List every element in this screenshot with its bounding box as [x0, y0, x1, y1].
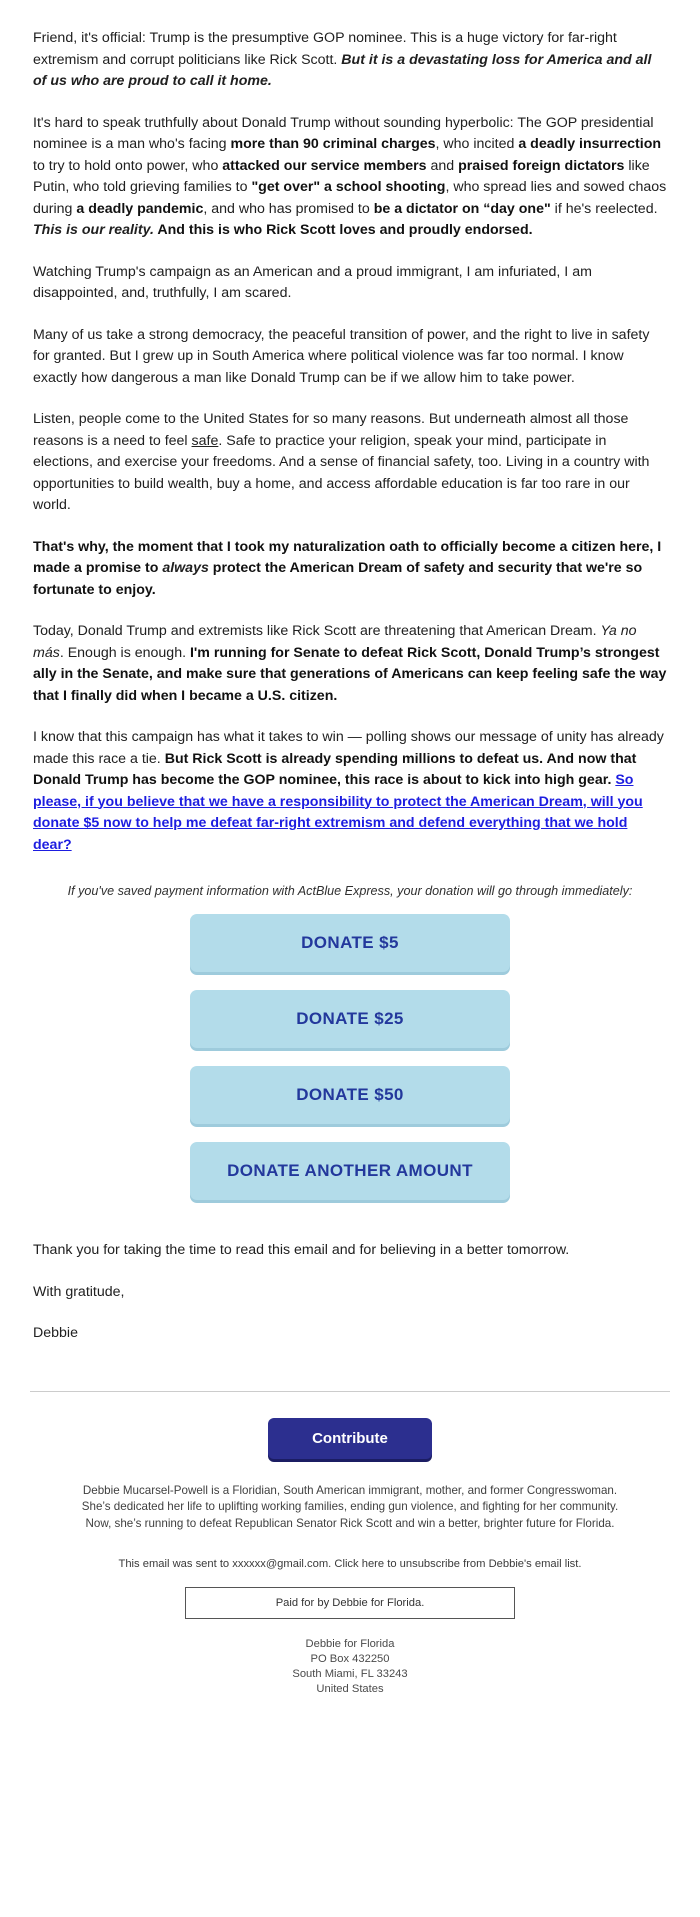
paid-for-disclaimer: Paid for by Debbie for Florida. — [185, 1587, 515, 1619]
address-line: United States — [316, 1683, 384, 1695]
email-main-copy: Friend, it's official: Trump is the pres… — [0, 0, 700, 856]
email-paragraph: Today, Donald Trump and extremists like … — [33, 621, 667, 707]
bottom-spacer — [0, 1697, 700, 1757]
contribute-section: Contribute — [0, 1392, 700, 1479]
emphasis-bold: a deadly pandemic — [76, 200, 204, 217]
text-run: and — [426, 157, 459, 174]
text-run: , who incited — [435, 136, 519, 152]
text-run: , and who has promised to — [203, 200, 374, 217]
email-body: Friend, it's official: Trump is the pres… — [0, 0, 700, 1757]
emphasis-bold: attacked our service members — [222, 157, 427, 174]
address-line: South Miami, FL 33243 — [292, 1668, 408, 1680]
text-run: Many of us take a strong democracy, the … — [33, 326, 650, 386]
email-paragraph: Watching Trump's campaign as an American… — [33, 262, 667, 305]
email-paragraph-with-donate-link: I know that this campaign has what it ta… — [33, 727, 667, 856]
closing-signoff: With gratitude, — [33, 1282, 667, 1304]
emphasis-bold: be a dictator on “day one" — [373, 200, 551, 217]
text-run: Watching Trump's campaign as an American… — [33, 263, 592, 302]
emphasis-bold: "get over" a school shooting — [251, 179, 446, 195]
closing-paragraph: Thank you for taking the time to read th… — [33, 1240, 667, 1262]
emphasis-bold: more than 90 criminal charges — [230, 136, 436, 152]
email-paragraph: That's why, the moment that I took my na… — [33, 537, 667, 602]
emphasis-bold-italic: always — [162, 560, 209, 576]
donate-another-amount-button[interactable]: DONATE ANOTHER AMOUNT — [190, 1142, 510, 1200]
emphasis-bold: praised foreign dictators — [458, 157, 625, 174]
mailing-address: Debbie for Florida PO Box 432250 South M… — [0, 1637, 700, 1697]
text-run: Debbie — [33, 1325, 78, 1341]
emphasis-bold: a deadly insurrection — [518, 136, 662, 152]
text-run: if he's reelected. — [550, 200, 658, 217]
contribute-button[interactable]: Contribute — [268, 1417, 432, 1459]
text-run: With gratitude, — [33, 1283, 125, 1300]
text-run: Today, Donald Trump and extremists like … — [33, 623, 601, 639]
actblue-express-note: If you've saved payment information with… — [67, 884, 633, 898]
email-paragraph: Friend, it's official: Trump is the pres… — [33, 28, 667, 93]
text-run: to try to hold onto power, who — [33, 157, 223, 174]
address-line: PO Box 432250 — [310, 1653, 390, 1665]
donate-50-button[interactable]: DONATE $50 — [190, 1066, 510, 1124]
closing-spacer — [0, 1345, 700, 1391]
text-run: Thank you for taking the time to read th… — [33, 1242, 570, 1258]
text-run: . Enough is enough. — [59, 644, 190, 661]
emphasis-bold-italic: This is our reality. — [33, 222, 154, 238]
candidate-bio: Debbie Mucarsel-Powell is a Floridian, S… — [81, 1483, 619, 1530]
email-paragraph: Listen, people come to the United States… — [33, 409, 667, 517]
donate-button-group: DONATE $5 DONATE $25 DONATE $50 DONATE A… — [0, 914, 700, 1200]
email-paragraph: Many of us take a strong democracy, the … — [33, 325, 667, 390]
closing-signature: Debbie — [33, 1323, 667, 1345]
emphasis-bold: And this is who Rick Scott loves and pro… — [153, 222, 533, 238]
address-line: Debbie for Florida — [305, 1638, 395, 1650]
unsubscribe-line[interactable]: This email was sent to xxxxxx@gmail.com.… — [50, 1556, 650, 1572]
donate-25-button[interactable]: DONATE $25 — [190, 990, 510, 1048]
donate-5-button[interactable]: DONATE $5 — [190, 914, 510, 972]
emphasis-underline: safe — [191, 432, 219, 449]
email-paragraph: It's hard to speak truthfully about Dona… — [33, 113, 667, 242]
email-closing: Thank you for taking the time to read th… — [0, 1218, 700, 1345]
